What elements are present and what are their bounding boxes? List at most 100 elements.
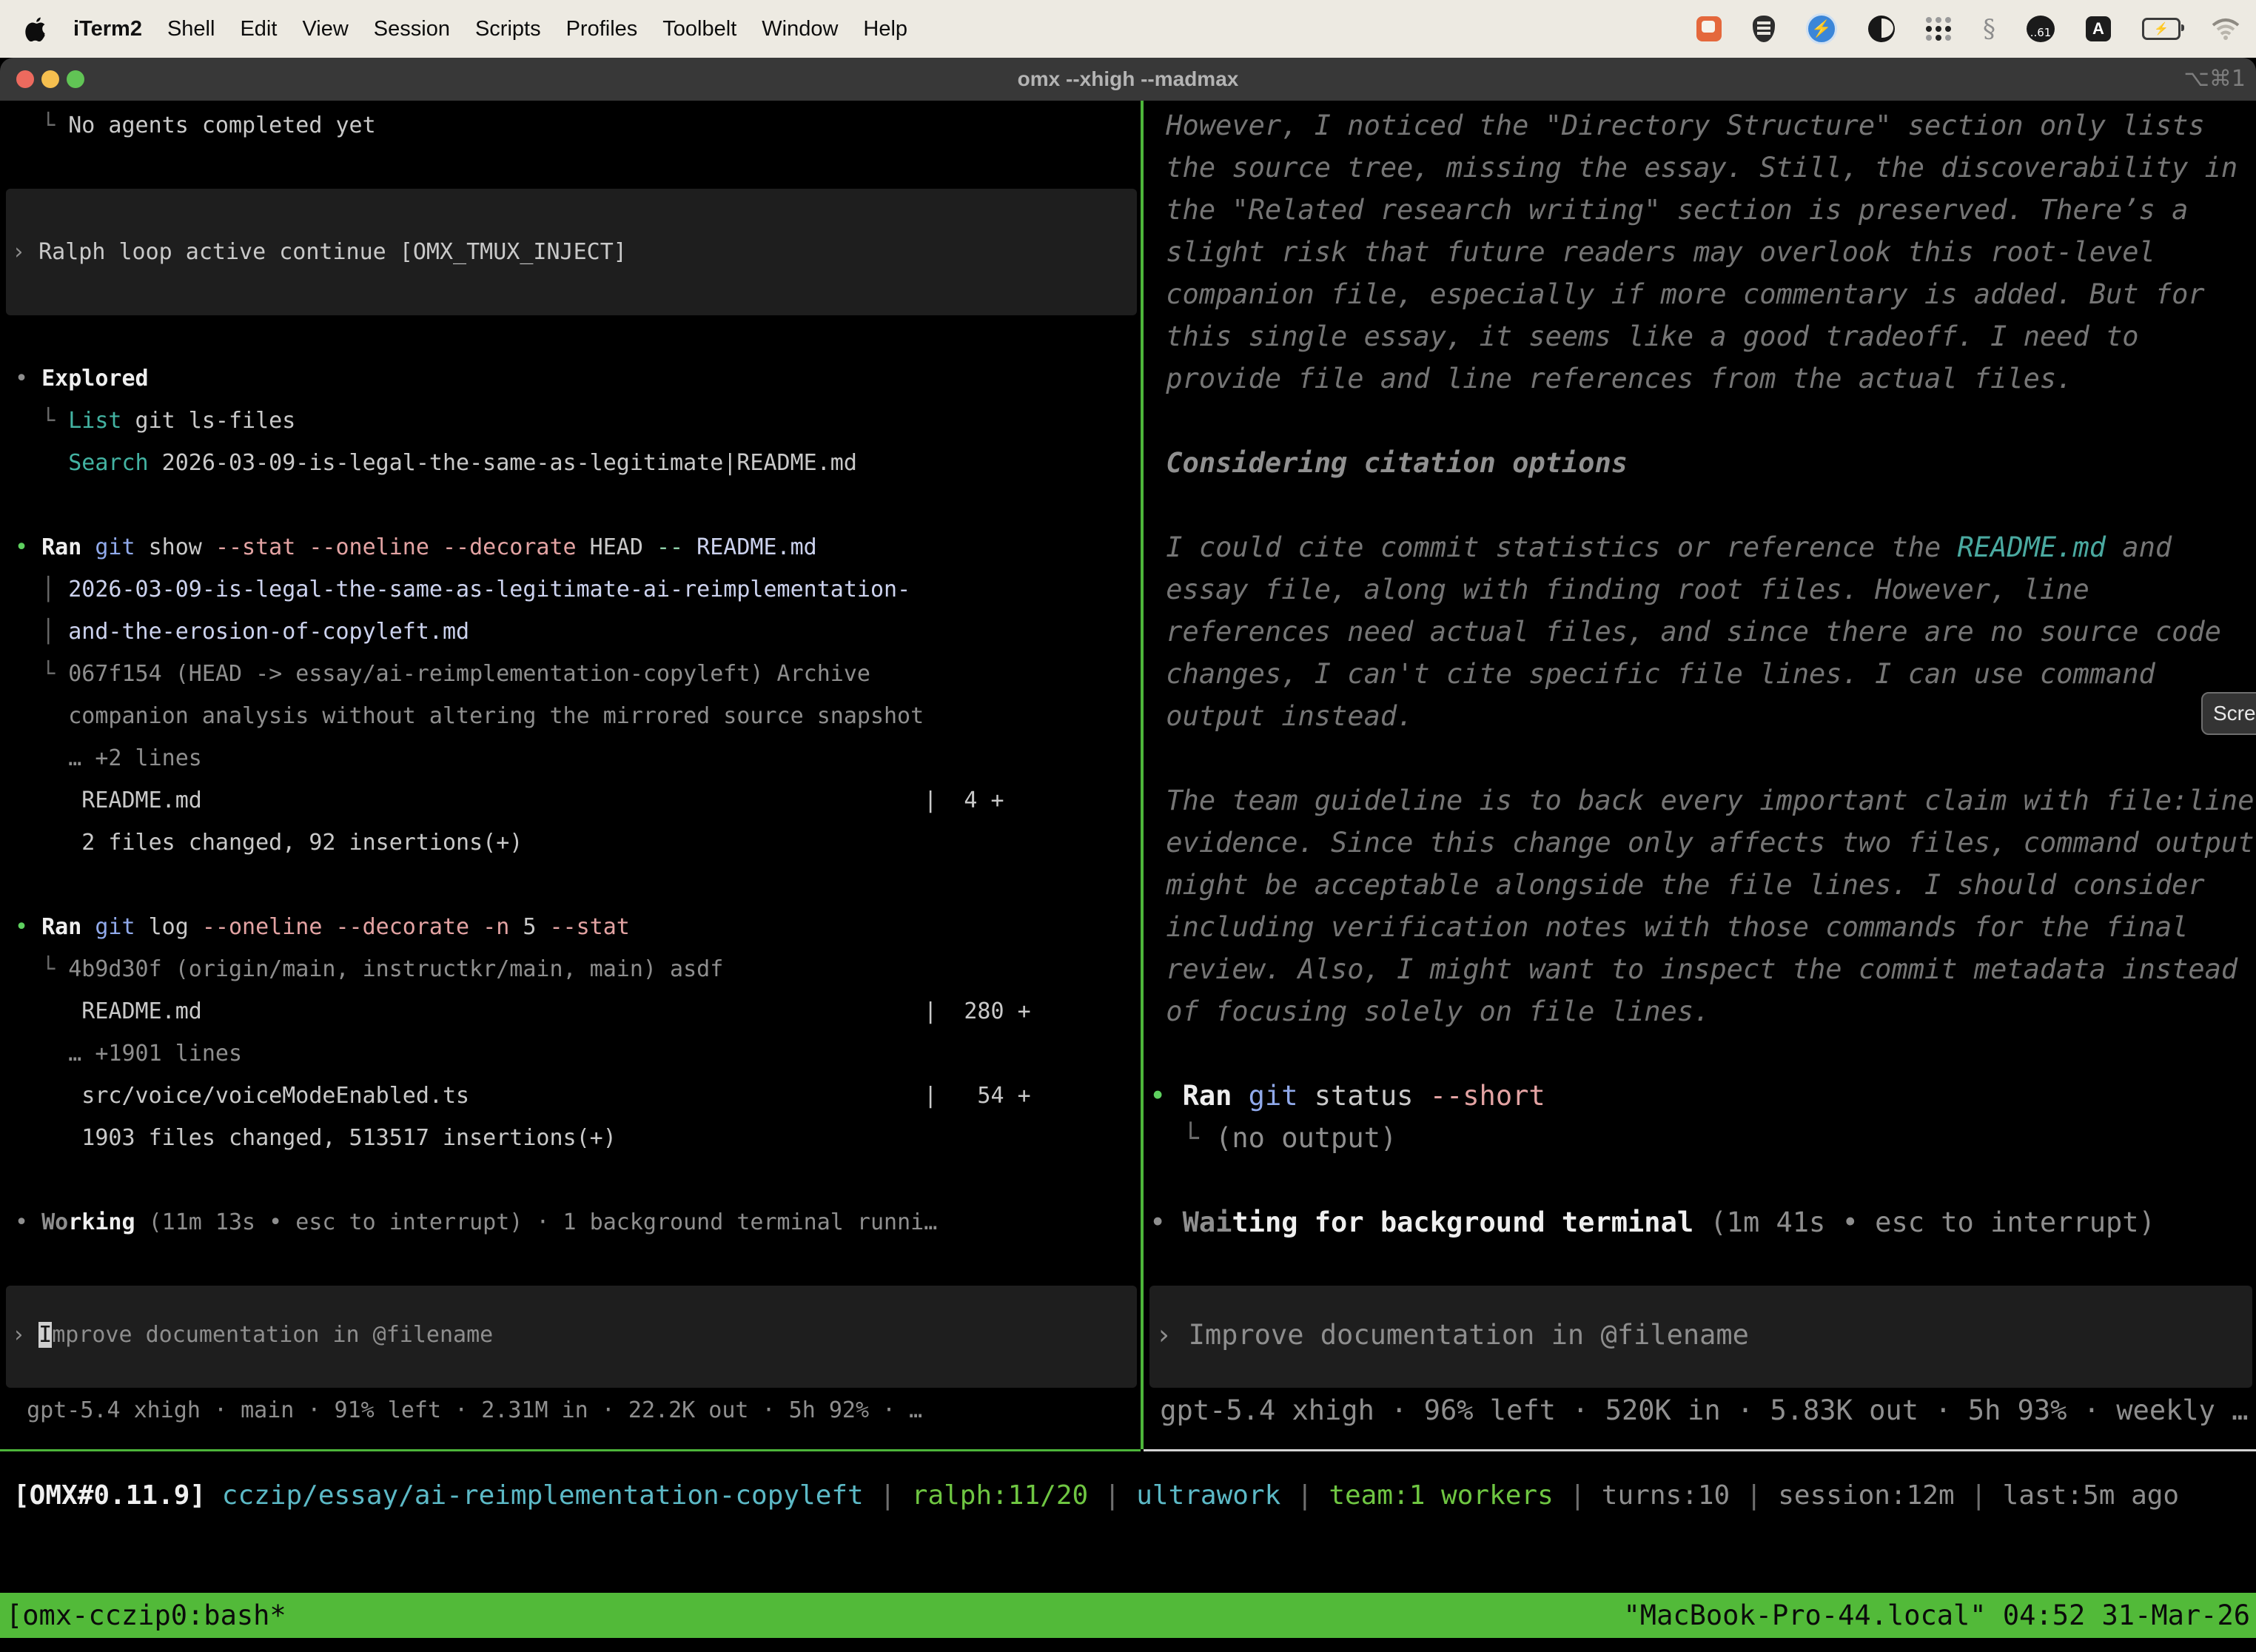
terminal-line: evidence. Since this change only affects… [1144,822,2256,864]
terminal-line: slight risk that future readers may over… [1144,231,2256,273]
left-prompt-input[interactable]: › Improve documentation in @filename [6,1286,1137,1388]
squiggle-icon[interactable]: § [1983,14,1995,44]
terminal-line: output instead. [1144,695,2256,737]
terminal-line [0,1159,1141,1201]
terminal-line: … +1901 lines [0,1032,1141,1075]
menu-item[interactable]: Help [850,17,920,41]
terminal-line [0,864,1141,906]
terminal-line: • Working (11m 13s • esc to interrupt) ·… [0,1201,1141,1243]
menu-item[interactable]: Edit [227,17,289,41]
terminal-line: this single essay, it seems like a good … [1144,315,2256,357]
right-pane-rows: However, I noticed the "Directory Struct… [1144,104,2256,1286]
tmux-status-bar: [omx-cczip0:bash* "MacBook-Pro-44.local"… [0,1593,2256,1638]
apple-menu-icon[interactable] [25,16,47,41]
terminal-line [1144,400,2256,442]
right-prompt-input[interactable]: › Improve documentation in @filename [1149,1286,2252,1388]
terminal-line [0,1243,1141,1286]
screen-indicator-pill[interactable]: Scre [2201,692,2256,735]
terminal-line: might be acceptable alongside the file l… [1144,864,2256,906]
wifi-icon[interactable] [2212,18,2240,40]
menu-item[interactable]: Scripts [463,17,554,41]
terminal-line: the source tree, missing the essay. Stil… [1144,147,2256,189]
terminal-line: └ 4b9d30f (origin/main, instructkr/main,… [0,948,1141,990]
window-title-bar: omx --xhigh --madmax ⌥⌘1 [0,58,2256,101]
menu-item[interactable]: Window [749,17,850,41]
terminal-line: Considering citation options [1144,442,2256,484]
terminal-line: │ and-the-erosion-of-copyleft.md [0,611,1141,653]
terminal-line: 1903 files changed, 513517 insertions(+) [0,1117,1141,1159]
terminal-line: changes, I can't cite specific file line… [1144,653,2256,695]
menu-items: ShellEditViewSessionScriptsProfilesToolb… [155,17,920,41]
terminal-line: Search 2026-03-09-is-legal-the-same-as-l… [0,442,1141,484]
terminal-window: └ No agents completed yet › Ralph loop a… [0,101,2256,1652]
menu-item[interactable]: View [289,17,360,41]
left-pane-border [0,1449,1141,1451]
right-terminal-pane[interactable]: However, I noticed the "Directory Struct… [1144,101,2256,1449]
terminal-line: references need actual files, and since … [1144,611,2256,653]
terminal-line: The team guideline is to back every impo… [1144,779,2256,822]
window-shortcut-hint: ⌥⌘1 [2183,58,2246,101]
terminal-line: • Waiting for background terminal (1m 41… [1144,1201,2256,1243]
terminal-line: • Ran git log --oneline --decorate -n 5 … [0,906,1141,948]
terminal-line: provide file and line references from th… [1144,357,2256,400]
battery-icon[interactable]: ⚡ [2142,18,2181,40]
terminal-line [0,484,1141,526]
terminal-line: • Ran git show --stat --oneline --decora… [0,526,1141,568]
tmux-session-label[interactable]: [omx-cczip0:bash* [6,1593,286,1638]
terminal-line: of focusing solely on file lines. [1144,990,2256,1032]
right-model-status: gpt-5.4 xhigh · 96% left · 520K in · 5.8… [1144,1389,2256,1431]
menu-bar-status-icons: ⚡ § ..61 A ⚡ [1696,13,2256,44]
terminal-line: essay file, along with finding root file… [1144,568,2256,611]
right-pane-border [1144,1449,2256,1451]
terminal-line: However, I noticed the "Directory Struct… [1144,104,2256,147]
terminal-line: the "Related research writing" section i… [1144,189,2256,231]
terminal-line [1144,1243,2256,1286]
terminal-line: └ (no output) [1144,1117,2256,1159]
terminal-line: README.md | 280 + [0,990,1141,1032]
terminal-line [1144,484,2256,526]
dots-grid-icon[interactable] [1926,17,1952,41]
menu-item-app[interactable]: iTerm2 [61,17,155,41]
terminal-line: README.md | 4 + [0,779,1141,822]
terminal-line: 2 files changed, 92 insertions(+) [0,822,1141,864]
terminal-line: companion analysis without altering the … [0,695,1141,737]
terminal-line: companion file, especially if more comme… [1144,273,2256,315]
terminal-line: └ 067f154 (HEAD -> essay/ai-reimplementa… [0,653,1141,695]
terminal-line: • Ran git status --short [1144,1075,2256,1117]
left-prompt-text[interactable]: › Improve documentation in @filename [6,1286,1137,1356]
right-prompt-text[interactable]: › Improve documentation in @filename [1149,1286,2252,1356]
terminal-line: … +2 lines [0,737,1141,779]
terminal-line [0,315,1141,357]
menu-item[interactable]: Shell [155,17,228,41]
left-model-status: gpt-5.4 xhigh · main · 91% left · 2.31M … [0,1389,1141,1431]
terminal-line: src/voice/voiceModeEnabled.ts | 54 + [0,1075,1141,1117]
menu-item[interactable]: Session [361,17,463,41]
terminal-line: including verification notes with those … [1144,906,2256,948]
terminal-line: └ List git ls-files [0,400,1141,442]
shield-grid-icon[interactable] [1753,16,1775,42]
left-pane-rows: └ No agents completed yet › Ralph loop a… [0,104,1141,1286]
menu-item[interactable]: Profiles [554,17,651,41]
terminal-line: │ 2026-03-09-is-legal-the-same-as-legiti… [0,568,1141,611]
terminal-line: • Explored [0,357,1141,400]
bolt-circle-icon[interactable]: ⚡ [1806,13,1837,44]
terminal-line [1144,737,2256,779]
window-title: omx --xhigh --madmax [0,58,2256,101]
prompt-box-text: › Ralph loop active continue [OMX_TMUX_I… [6,189,1137,273]
left-terminal-pane[interactable]: └ No agents completed yet › Ralph loop a… [0,101,1141,1449]
battery-app-icon[interactable]: ..61 [2027,16,2055,42]
menu-item[interactable]: Toolbelt [650,17,749,41]
terminal-line: └ No agents completed yet [0,104,1141,147]
chat-app-icon[interactable] [1696,16,1722,41]
terminal-line: review. Also, I might want to inspect th… [1144,948,2256,990]
terminal-line [1144,1032,2256,1075]
terminal-line [1144,1159,2256,1201]
tmux-host-clock: "MacBook-Pro-44.local" 04:52 31-Mar-26 [1624,1593,2250,1638]
terminal-line: I could cite commit statistics or refere… [1144,526,2256,568]
terminal-line [0,147,1141,189]
menu-bar: iTerm2 ShellEditViewSessionScriptsProfil… [0,0,2256,58]
input-source-icon[interactable]: A [2086,16,2111,41]
prompt-box[interactable]: › Ralph loop active continue [OMX_TMUX_I… [6,189,1137,315]
pie-circle-icon[interactable] [1868,16,1895,42]
menu-bar-left: iTerm2 ShellEditViewSessionScriptsProfil… [0,16,920,41]
